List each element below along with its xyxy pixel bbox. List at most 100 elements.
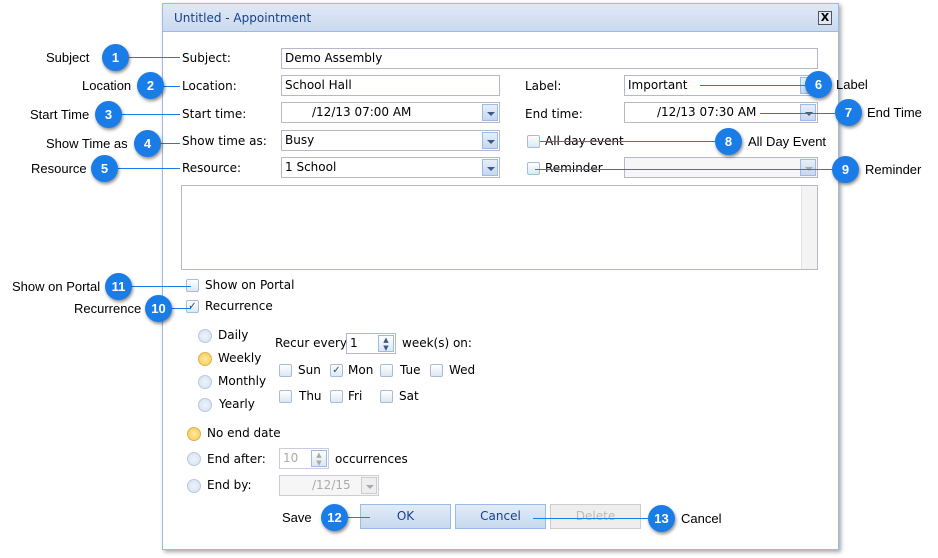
callout-7: 7 <box>835 99 862 126</box>
week-unit-label: week(s) on: <box>402 336 472 350</box>
recurrence-label: Recurrence <box>205 299 273 313</box>
day-sat-label: Sat <box>399 389 419 403</box>
weekly-radio[interactable] <box>198 352 212 366</box>
callout-6: 6 <box>805 71 832 98</box>
callout-4: 4 <box>134 130 161 157</box>
callout-line <box>760 113 835 114</box>
callout-3-label: Start Time <box>30 107 90 122</box>
callout-7-label: End Time <box>867 105 922 120</box>
daily-label: Daily <box>218 328 249 342</box>
callout-8: 8 <box>715 128 742 155</box>
delete-button: Delete <box>550 504 641 529</box>
title-bar[interactable]: Untitled - Appointment X <box>163 4 838 32</box>
show-time-as-value: Busy <box>285 133 315 147</box>
day-sun-checkbox[interactable] <box>279 364 292 377</box>
day-wed-checkbox[interactable] <box>430 364 443 377</box>
callout-5: 5 <box>91 155 118 182</box>
day-tue-label: Tue <box>400 363 421 377</box>
end-by-date-select[interactable]: /12/15 <box>279 475 379 496</box>
callout-line <box>533 518 648 519</box>
callout-line <box>171 308 191 309</box>
callout-5-label: Resource <box>31 161 87 176</box>
callout-line <box>540 141 715 142</box>
callout-13: 13 <box>648 505 675 532</box>
close-icon[interactable]: X <box>818 11 832 25</box>
callout-1: 1 <box>102 44 129 71</box>
label-value: Important <box>628 78 688 92</box>
day-sun-label: Sun <box>298 363 321 377</box>
callout-line <box>160 143 180 144</box>
reminder-select[interactable] <box>624 157 818 178</box>
recur-every-stepper[interactable]: 1 ▲ ▼ <box>346 333 396 354</box>
callout-line <box>121 114 180 115</box>
callout-line <box>347 517 370 518</box>
end-after-radio[interactable] <box>187 452 201 466</box>
resource-select[interactable]: 1 School <box>281 157 500 178</box>
start-time-value: /12/13 07:00 AM <box>312 105 412 119</box>
no-end-date-radio[interactable] <box>187 427 201 441</box>
day-fri-label: Fri <box>348 389 363 403</box>
location-label: Location: <box>182 79 237 93</box>
no-end-date-label: No end date <box>207 426 281 440</box>
daily-radio[interactable] <box>198 329 212 343</box>
monthly-radio[interactable] <box>198 375 212 389</box>
cancel-button[interactable]: Cancel <box>455 504 546 529</box>
description-textarea[interactable] <box>181 185 818 270</box>
spinner-icon[interactable]: ▲ ▼ <box>378 335 394 352</box>
callout-9: 9 <box>832 156 859 183</box>
callout-4-label: Show Time as <box>46 136 128 151</box>
resource-value: 1 School <box>285 160 337 174</box>
recurrence-checkbox[interactable]: ✓ <box>186 300 199 313</box>
yearly-radio[interactable] <box>198 398 212 412</box>
callout-10-label: Recurrence <box>74 301 142 316</box>
end-after-value: 10 <box>283 451 299 465</box>
callout-13-label: Cancel <box>681 511 722 526</box>
end-by-radio[interactable] <box>187 479 201 493</box>
callout-line <box>131 286 191 287</box>
all-day-checkbox[interactable] <box>527 135 540 148</box>
chevron-down-icon[interactable] <box>482 104 498 121</box>
callout-2-label: Location <box>82 78 132 93</box>
label-label: Label: <box>525 79 562 93</box>
callout-11: 11 <box>105 273 132 300</box>
day-tue-checkbox[interactable] <box>380 364 393 377</box>
callout-6-label: Label <box>836 77 868 92</box>
chevron-down-icon[interactable] <box>482 132 498 149</box>
callout-8-label: All Day Event <box>748 134 827 149</box>
callout-1-label: Subject <box>46 50 90 65</box>
day-fri-checkbox[interactable] <box>330 390 343 403</box>
location-input[interactable]: School Hall <box>281 75 500 96</box>
chevron-down-icon <box>800 159 816 176</box>
end-time-label: End time: <box>525 107 583 121</box>
end-time-value: /12/13 07:30 AM <box>657 105 757 119</box>
subject-input[interactable]: Demo Assembly <box>281 48 818 69</box>
scrollbar[interactable] <box>801 186 817 269</box>
callout-line <box>128 57 180 58</box>
callout-line <box>700 85 805 86</box>
day-thu-label: Thu <box>299 389 322 403</box>
ok-button[interactable]: OK <box>360 504 451 529</box>
spinner-icon[interactable]: ▲ ▼ <box>311 450 327 467</box>
resource-label: Resource: <box>182 161 242 175</box>
occurrences-label: occurrences <box>335 452 408 466</box>
reminder-label: Reminder <box>545 161 603 175</box>
callout-12-label: Save <box>282 510 312 525</box>
start-time-label: Start time: <box>182 107 247 121</box>
callout-11-label: Show on Portal <box>12 279 101 294</box>
dialog-title: Untitled - Appointment <box>174 11 312 25</box>
show-time-as-select[interactable]: Busy <box>281 130 500 151</box>
show-time-as-label: Show time as: <box>182 134 267 148</box>
day-mon-checkbox[interactable]: ✓ <box>330 364 343 377</box>
start-time-select[interactable]: /12/13 07:00 AM <box>281 102 500 123</box>
day-sat-checkbox[interactable] <box>380 390 393 403</box>
show-on-portal-label: Show on Portal <box>205 278 295 292</box>
callout-2: 2 <box>137 72 164 99</box>
callout-line <box>117 168 180 169</box>
chevron-down-icon[interactable] <box>482 159 498 176</box>
chevron-down-icon[interactable] <box>361 477 377 494</box>
end-by-label: End by: <box>207 478 252 492</box>
day-thu-checkbox[interactable] <box>279 390 292 403</box>
end-after-stepper[interactable]: 10 ▲ ▼ <box>279 448 329 469</box>
weekly-label: Weekly <box>218 351 262 365</box>
day-wed-label: Wed <box>449 363 476 377</box>
